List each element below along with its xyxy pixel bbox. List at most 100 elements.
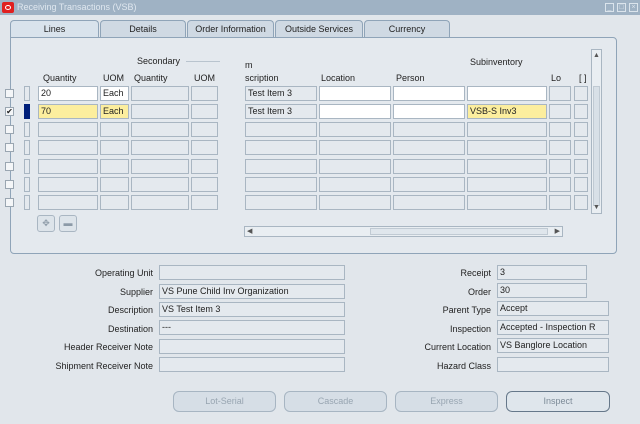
- row-selector[interactable]: [24, 86, 30, 101]
- tab-currency[interactable]: Currency: [364, 20, 450, 37]
- location-field[interactable]: [319, 158, 391, 174]
- subinventory-field[interactable]: [467, 176, 547, 192]
- locator-field[interactable]: [549, 140, 571, 156]
- flexfield-cell[interactable]: [574, 158, 588, 174]
- row-selector[interactable]: [24, 122, 30, 137]
- location-field[interactable]: [319, 176, 391, 192]
- description-field[interactable]: [245, 122, 317, 137]
- secondary-uom-field[interactable]: [191, 140, 218, 156]
- secondary-quantity-field[interactable]: [131, 176, 189, 192]
- scroll-down-icon[interactable]: ▼: [593, 204, 600, 211]
- uom-field[interactable]: [100, 195, 129, 211]
- uom-field[interactable]: [100, 158, 129, 174]
- scroll-right-icon[interactable]: ▶: [555, 227, 560, 236]
- row-selector[interactable]: [24, 195, 30, 211]
- quantity-field[interactable]: [38, 122, 98, 137]
- flexfield-cell[interactable]: [574, 104, 588, 119]
- row-checkbox[interactable]: [5, 125, 14, 134]
- secondary-quantity-field[interactable]: [131, 140, 189, 156]
- secondary-uom-field[interactable]: [191, 176, 218, 192]
- description-detail-field[interactable]: VS Test Item 3: [159, 302, 345, 317]
- lot-serial-button[interactable]: Lot-Serial: [173, 391, 276, 412]
- locator-field[interactable]: [549, 104, 571, 119]
- location-field[interactable]: [319, 122, 391, 137]
- add-row-icon[interactable]: ✥: [37, 215, 55, 232]
- order-field[interactable]: 30: [497, 283, 587, 298]
- person-field[interactable]: [393, 195, 465, 211]
- secondary-uom-field[interactable]: [191, 122, 218, 137]
- row-checkbox[interactable]: [5, 143, 14, 153]
- flexfield-cell[interactable]: [574, 176, 588, 192]
- subinventory-field[interactable]: [467, 86, 547, 101]
- row-selector[interactable]: [24, 176, 30, 192]
- vertical-scroll-thumb[interactable]: [593, 86, 600, 206]
- location-field[interactable]: [319, 140, 391, 156]
- tab-lines[interactable]: Lines: [10, 20, 99, 38]
- flexfield-cell[interactable]: [574, 140, 588, 156]
- maximize-icon[interactable]: □: [617, 3, 626, 12]
- destination-field[interactable]: ---: [159, 320, 345, 335]
- person-field[interactable]: [393, 104, 465, 119]
- uom-field[interactable]: [100, 140, 129, 156]
- supplier-field[interactable]: VS Pune Child Inv Organization: [159, 284, 345, 299]
- quantity-field[interactable]: [38, 158, 98, 174]
- secondary-uom-field[interactable]: [191, 104, 218, 119]
- location-field[interactable]: [319, 195, 391, 211]
- flexfield-cell[interactable]: [574, 122, 588, 137]
- person-field[interactable]: [393, 140, 465, 156]
- cascade-button[interactable]: Cascade: [284, 391, 387, 412]
- quantity-field[interactable]: [38, 195, 98, 211]
- quantity-field[interactable]: 20: [38, 86, 98, 101]
- current-row-indicator[interactable]: [24, 104, 30, 119]
- flexfield-cell[interactable]: [574, 86, 588, 101]
- subinventory-field[interactable]: VSB-S Inv3: [467, 104, 547, 119]
- express-button[interactable]: Express: [395, 391, 498, 412]
- quantity-field[interactable]: [38, 140, 98, 156]
- secondary-quantity-field[interactable]: [131, 195, 189, 211]
- secondary-quantity-field[interactable]: [131, 104, 189, 119]
- person-field[interactable]: [393, 122, 465, 137]
- secondary-quantity-field[interactable]: [131, 122, 189, 137]
- header-receiver-note-field[interactable]: [159, 339, 345, 354]
- locator-field[interactable]: [549, 158, 571, 174]
- parent-type-field[interactable]: Accept: [497, 301, 609, 316]
- current-location-field[interactable]: VS Banglore Location: [497, 338, 609, 353]
- shipment-receiver-note-field[interactable]: [159, 357, 345, 372]
- tab-details[interactable]: Details: [100, 20, 186, 37]
- description-field[interactable]: [245, 195, 317, 211]
- uom-field[interactable]: Each: [100, 104, 129, 119]
- horizontal-scrollbar[interactable]: ◀ ▶: [244, 226, 563, 237]
- location-field[interactable]: [319, 86, 391, 101]
- description-field[interactable]: [245, 158, 317, 174]
- uom-field[interactable]: [100, 176, 129, 192]
- vertical-scrollbar[interactable]: ▲ ▼: [591, 49, 602, 214]
- uom-field[interactable]: Each: [100, 86, 129, 101]
- secondary-uom-field[interactable]: [191, 195, 218, 211]
- description-field[interactable]: [245, 176, 317, 192]
- row-selector[interactable]: [24, 158, 30, 174]
- receipt-field[interactable]: 3: [497, 265, 587, 280]
- row-selector[interactable]: [24, 140, 30, 156]
- person-field[interactable]: [393, 176, 465, 192]
- subinventory-field[interactable]: [467, 122, 547, 137]
- hazard-class-field[interactable]: [497, 357, 609, 372]
- secondary-uom-field[interactable]: [191, 158, 218, 174]
- quantity-field[interactable]: [38, 176, 98, 192]
- secondary-uom-field[interactable]: [191, 86, 218, 101]
- secondary-quantity-field[interactable]: [131, 158, 189, 174]
- inspection-field[interactable]: Accepted - Inspection R: [497, 320, 609, 335]
- row-checkbox[interactable]: [5, 179, 14, 189]
- operating-unit-field[interactable]: [159, 265, 345, 280]
- row-checkbox[interactable]: [5, 89, 14, 98]
- description-field[interactable]: [245, 140, 317, 156]
- person-field[interactable]: [393, 158, 465, 174]
- person-field[interactable]: [393, 86, 465, 101]
- description-field[interactable]: Test Item 3: [245, 86, 317, 101]
- subinventory-field[interactable]: [467, 158, 547, 174]
- locator-field[interactable]: [549, 195, 571, 211]
- minimize-icon[interactable]: _: [605, 3, 614, 12]
- row-checkbox[interactable]: [5, 161, 14, 171]
- subinventory-field[interactable]: [467, 140, 547, 156]
- description-field[interactable]: Test Item 3: [245, 104, 317, 119]
- horizontal-scroll-thumb[interactable]: [370, 228, 548, 235]
